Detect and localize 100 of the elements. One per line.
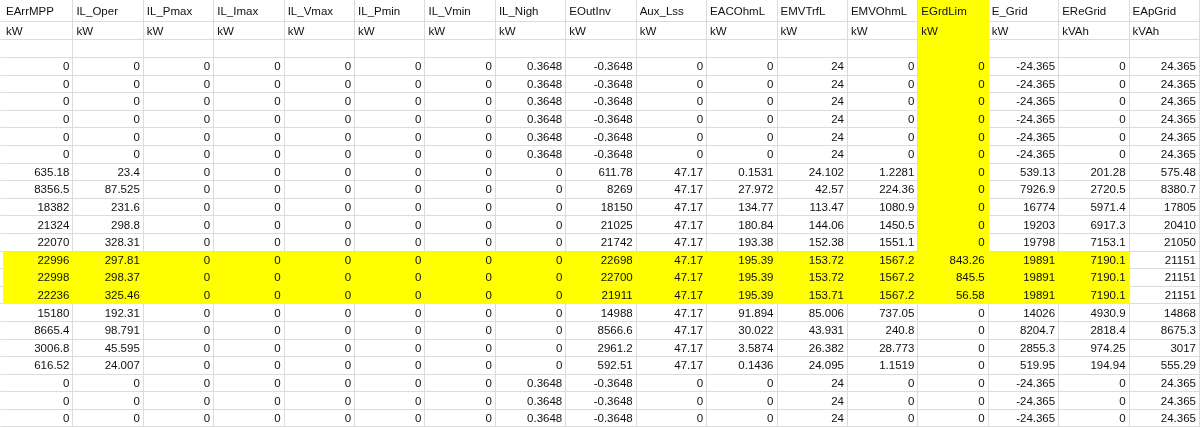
table-cell: 24 <box>777 128 848 146</box>
unit-cell: kW <box>425 22 496 40</box>
table-cell: 16774 <box>988 198 1060 217</box>
table-cell: 0 <box>918 357 989 375</box>
table-cell: 113.47 <box>777 198 848 217</box>
table-cell: 0 <box>425 145 496 164</box>
table-cell: 0 <box>355 58 426 76</box>
table-cell: 8356.5 <box>3 181 74 199</box>
table-cell: 0 <box>214 233 285 252</box>
table-cell: 0 <box>636 58 708 76</box>
table-cell: 0 <box>1059 58 1130 76</box>
table-cell: 0 <box>636 110 708 129</box>
table-cell: -0.3648 <box>566 128 637 146</box>
table-cell: 0 <box>355 110 426 129</box>
column-header: EArrMPP <box>3 0 74 22</box>
table-cell: 555.29 <box>1129 357 1200 375</box>
table-cell: 28.773 <box>847 339 919 358</box>
table-cell: 0 <box>284 374 356 393</box>
table-cell <box>988 40 1060 58</box>
table-cell: 0 <box>284 269 356 287</box>
table-cell: 14868 <box>1129 304 1200 322</box>
table-cell: 0 <box>425 93 496 111</box>
table-cell: 193.38 <box>707 233 778 252</box>
table-cell: 0 <box>707 75 778 94</box>
table-cell: 0 <box>355 163 426 182</box>
table-cell: 42.57 <box>777 181 848 199</box>
table-cell: 0 <box>707 93 778 111</box>
table-cell: 0 <box>73 110 144 129</box>
table-cell: 737.05 <box>847 304 919 322</box>
table-cell: 0 <box>847 409 919 427</box>
table-cell: 20410 <box>1129 216 1200 234</box>
table-cell: 2818.4 <box>1059 321 1130 340</box>
table-cell: 0 <box>73 374 144 393</box>
table-cell: 0 <box>425 269 496 287</box>
table-cell: 0 <box>918 374 989 393</box>
unit-cell: kW <box>566 22 637 40</box>
column-header: IL_Vmax <box>284 0 356 22</box>
unit-cell: kW <box>143 22 215 40</box>
unit-cell: kW <box>284 22 356 40</box>
table-cell: 0 <box>214 93 285 111</box>
table-cell: 0 <box>143 339 215 358</box>
table-cell: 0 <box>1059 128 1130 146</box>
unit-cell: kW <box>918 22 989 40</box>
table-cell: 47.17 <box>636 216 708 234</box>
table-cell: 0 <box>918 93 989 111</box>
table-cell: 0 <box>425 198 496 217</box>
column-header: EOutInv <box>566 0 637 22</box>
table-cell: 240.8 <box>847 321 919 340</box>
table-cell <box>1129 40 1200 58</box>
table-cell: 0.3648 <box>495 392 567 410</box>
table-cell: 0 <box>284 145 356 164</box>
table-cell: 7926.9 <box>988 181 1060 199</box>
column-header: EMVTrfL <box>777 0 848 22</box>
table-cell: 24 <box>777 392 848 410</box>
table-cell: 0 <box>1059 409 1130 427</box>
table-cell: 0 <box>73 392 144 410</box>
table-cell: 845.5 <box>918 269 989 287</box>
table-cell: 23.4 <box>73 163 144 182</box>
table-cell: -24.365 <box>988 409 1060 427</box>
table-cell: 153.72 <box>777 269 848 287</box>
column-header: EReGrid <box>1059 0 1130 22</box>
table-cell: 24.365 <box>1129 58 1200 76</box>
table-cell: 152.38 <box>777 233 848 252</box>
table-cell: 47.17 <box>636 357 708 375</box>
table-cell: 0 <box>425 58 496 76</box>
table-cell: 201.28 <box>1059 163 1130 182</box>
table-cell: 22998 <box>3 269 74 287</box>
table-cell: 0 <box>847 392 919 410</box>
table-cell: 0 <box>918 321 989 340</box>
table-cell: 24 <box>777 145 848 164</box>
table-cell: 0 <box>3 128 74 146</box>
table-cell: 47.17 <box>636 163 708 182</box>
table-cell: 616.52 <box>3 357 74 375</box>
table-cell: 0 <box>425 392 496 410</box>
table-cell <box>284 40 356 58</box>
table-cell: 0 <box>355 128 426 146</box>
table-cell: 0 <box>1059 374 1130 393</box>
table-cell: 24.365 <box>1129 93 1200 111</box>
table-cell: -0.3648 <box>566 93 637 111</box>
table-cell: 0 <box>143 75 215 94</box>
unit-cell: kW <box>777 22 848 40</box>
table-cell: 0 <box>918 409 989 427</box>
table-cell: 0 <box>143 374 215 393</box>
table-cell: 8566.6 <box>566 321 637 340</box>
table-cell: 0 <box>355 93 426 111</box>
table-cell: 98.791 <box>73 321 144 340</box>
table-cell: 328.31 <box>73 233 144 252</box>
table-cell: 0 <box>355 304 426 322</box>
table-cell: -24.365 <box>988 58 1060 76</box>
table-cell: 539.13 <box>988 163 1060 182</box>
table-cell: 24.365 <box>1129 110 1200 129</box>
table-cell: 0 <box>355 198 426 217</box>
table-cell: 0 <box>918 339 989 358</box>
table-cell: 144.06 <box>777 216 848 234</box>
table-cell: 0 <box>636 93 708 111</box>
column-header: IL_Pmin <box>355 0 426 22</box>
table-cell: 0 <box>214 269 285 287</box>
table-cell: 21050 <box>1129 233 1200 252</box>
table-cell: 0 <box>1059 75 1130 94</box>
table-cell: 0 <box>284 216 356 234</box>
